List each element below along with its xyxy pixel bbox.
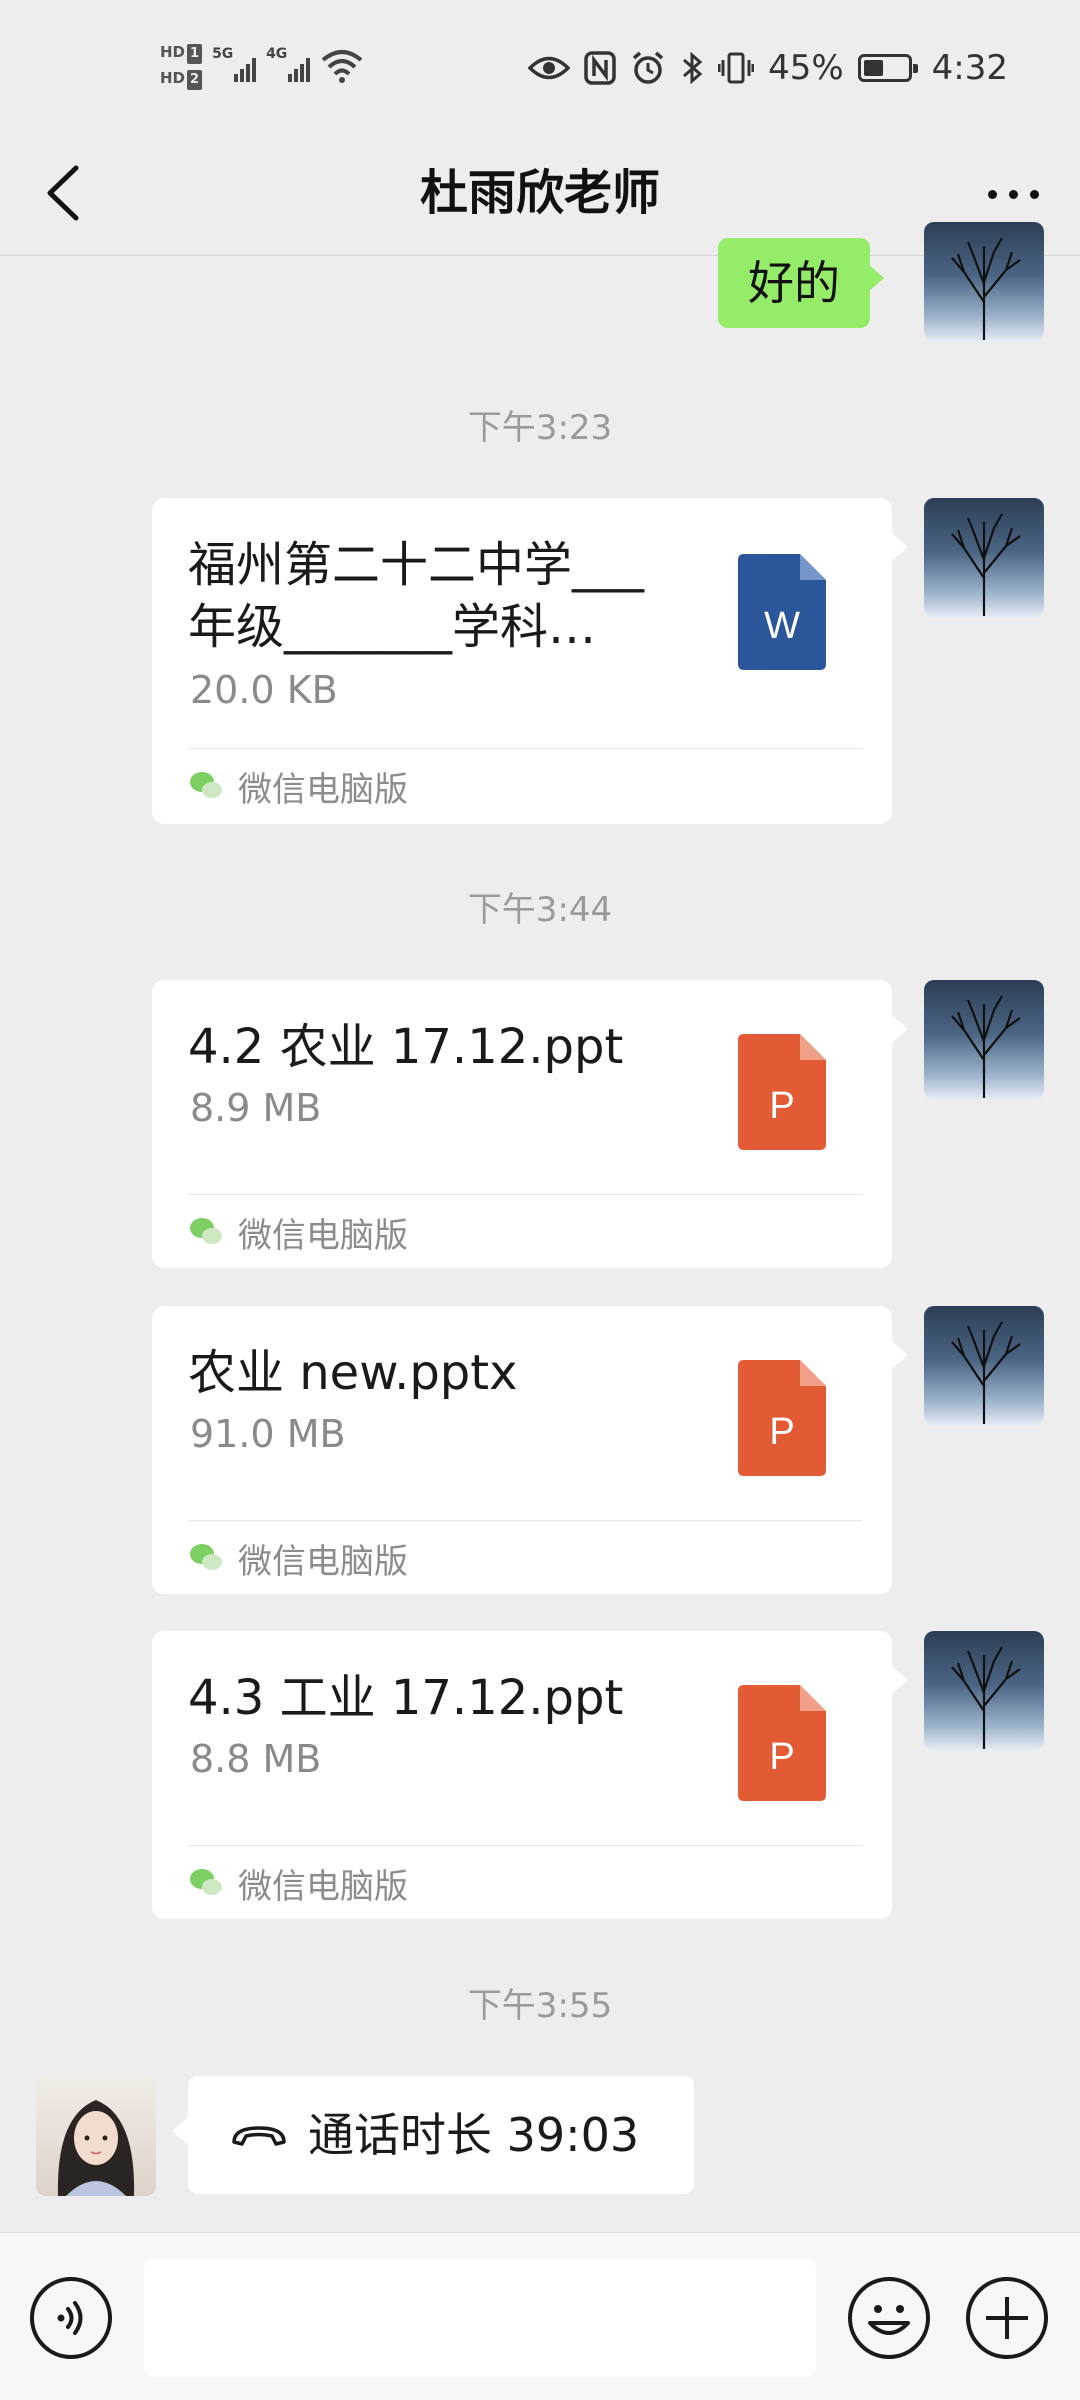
- avatar-self[interactable]: [924, 498, 1044, 618]
- ppt-file-icon: P: [738, 1685, 826, 1801]
- battery-icon: [857, 54, 918, 82]
- voice-button[interactable]: [30, 2277, 112, 2359]
- ellipsis-icon[interactable]: [976, 164, 1050, 224]
- phone-hangup-icon: [232, 2126, 286, 2146]
- input-bar: [0, 2232, 1080, 2400]
- timestamp: 下午3:44: [467, 890, 613, 930]
- svg-text:P: P: [769, 1411, 794, 1453]
- hd-sim2-icon: HD 2: [160, 68, 203, 90]
- file-source-label: 微信电脑版: [238, 1541, 408, 1582]
- svg-text:P: P: [769, 1085, 794, 1127]
- file-message-card[interactable]: 福州第二十二中学___年级_______学科… 20.0 KB W 微信电脑版: [152, 498, 908, 824]
- battery-percent: 45%: [768, 48, 844, 88]
- card-divider: [188, 748, 862, 749]
- word-file-icon: W: [738, 554, 826, 670]
- wechat-logo-icon: [190, 1869, 222, 1895]
- file-message-card[interactable]: 4.3 工业 17.12.ppt 8.8 MB P 微信电脑版: [152, 1631, 908, 1919]
- message-bubble-self[interactable]: 好的: [718, 238, 884, 328]
- avatar-other[interactable]: [36, 2076, 156, 2196]
- voice-icon: [57, 2301, 83, 2335]
- file-source: 微信电脑版: [188, 1538, 408, 1582]
- avatar-self[interactable]: [924, 980, 1044, 1100]
- wifi-icon: [321, 50, 363, 83]
- svg-text:W: W: [764, 605, 800, 647]
- card-divider: [188, 1520, 862, 1521]
- emoji-icon: [868, 2305, 910, 2335]
- tree-avatar-image: [951, 995, 1021, 1098]
- tree-avatar-image: [951, 1646, 1021, 1749]
- wechat-logo-icon: [190, 1218, 222, 1244]
- file-name: 农业 new.pptx: [188, 1345, 518, 1401]
- call-record-bubble[interactable]: 通话时长 39:03: [172, 2076, 694, 2194]
- chat-title: 杜雨欣老师: [419, 165, 660, 221]
- timestamp: 下午3:55: [467, 1986, 613, 2026]
- file-source: 微信电脑版: [188, 1212, 408, 1256]
- ppt-file-icon: P: [738, 1360, 826, 1476]
- file-source-label: 微信电脑版: [238, 1215, 408, 1256]
- file-size: 8.8 MB: [190, 1737, 322, 1781]
- file-name: 4.2 农业 17.12.ppt: [188, 1019, 624, 1075]
- file-name: 福州第二十二中学___年级_______学科…: [188, 537, 645, 655]
- signal-5g-icon: 5G: [212, 46, 257, 82]
- wechat-logo-icon: [190, 1544, 222, 1570]
- chat-header: 杜雨欣老师: [0, 130, 1080, 256]
- avatar-self[interactable]: [924, 1631, 1044, 1751]
- ppt-file-icon: P: [738, 1034, 826, 1150]
- timestamp: 下午3:23: [467, 408, 613, 448]
- file-message-card[interactable]: 农业 new.pptx 91.0 MB P 微信电脑版: [152, 1306, 908, 1594]
- status-bar: HD 1 HD 2 5G 4G 45% 4:32: [0, 0, 1080, 130]
- hd-sim1-icon: HD 1: [160, 42, 203, 64]
- bluetooth-icon: [683, 51, 703, 85]
- file-size: 91.0 MB: [190, 1412, 346, 1456]
- status-left: HD 1 HD 2 5G 4G: [160, 36, 364, 96]
- tree-avatar-image: [951, 513, 1021, 616]
- wechat-logo-icon: [190, 772, 222, 798]
- svg-text:P: P: [769, 1736, 794, 1778]
- dot: [1029, 189, 1039, 199]
- emoji-button[interactable]: [848, 2277, 930, 2359]
- avatar-self[interactable]: [924, 222, 1044, 342]
- status-time: 4:32: [931, 48, 1008, 88]
- file-source: 微信电脑版: [188, 766, 408, 810]
- avatar-self[interactable]: [924, 1306, 1044, 1426]
- message-input[interactable]: [144, 2259, 816, 2377]
- file-source-label: 微信电脑版: [238, 769, 408, 810]
- file-message-card[interactable]: 4.2 农业 17.12.ppt 8.9 MB P 微信电脑版: [152, 980, 908, 1268]
- signal-4g-icon: 4G: [266, 46, 311, 82]
- file-source: 微信电脑版: [188, 1863, 408, 1907]
- file-source-label: 微信电脑版: [238, 1866, 408, 1907]
- alarm-icon: [632, 51, 664, 84]
- dot: [987, 189, 997, 199]
- girl-avatar-image: [57, 2100, 135, 2196]
- card-divider: [188, 1845, 862, 1846]
- file-size: 8.9 MB: [190, 1086, 322, 1130]
- nfc-icon: [584, 51, 616, 85]
- tree-avatar-image: [951, 1321, 1021, 1424]
- eye-icon: [528, 56, 571, 80]
- message-text: 好的: [748, 256, 840, 310]
- tree-avatar-image: [951, 237, 1021, 340]
- hd-indicators: HD 1 HD 2: [160, 42, 203, 90]
- file-name: 4.3 工业 17.12.ppt: [188, 1670, 624, 1726]
- battery-level: [863, 60, 883, 76]
- file-size: 20.0 KB: [190, 668, 338, 712]
- card-divider: [188, 1194, 862, 1195]
- dot: [1008, 189, 1018, 199]
- plus-icon[interactable]: [966, 2277, 1048, 2359]
- vibrate-icon: [718, 52, 755, 84]
- status-right: 45% 4:32: [528, 40, 1008, 96]
- call-duration-text: 通话时长 39:03: [308, 2108, 640, 2162]
